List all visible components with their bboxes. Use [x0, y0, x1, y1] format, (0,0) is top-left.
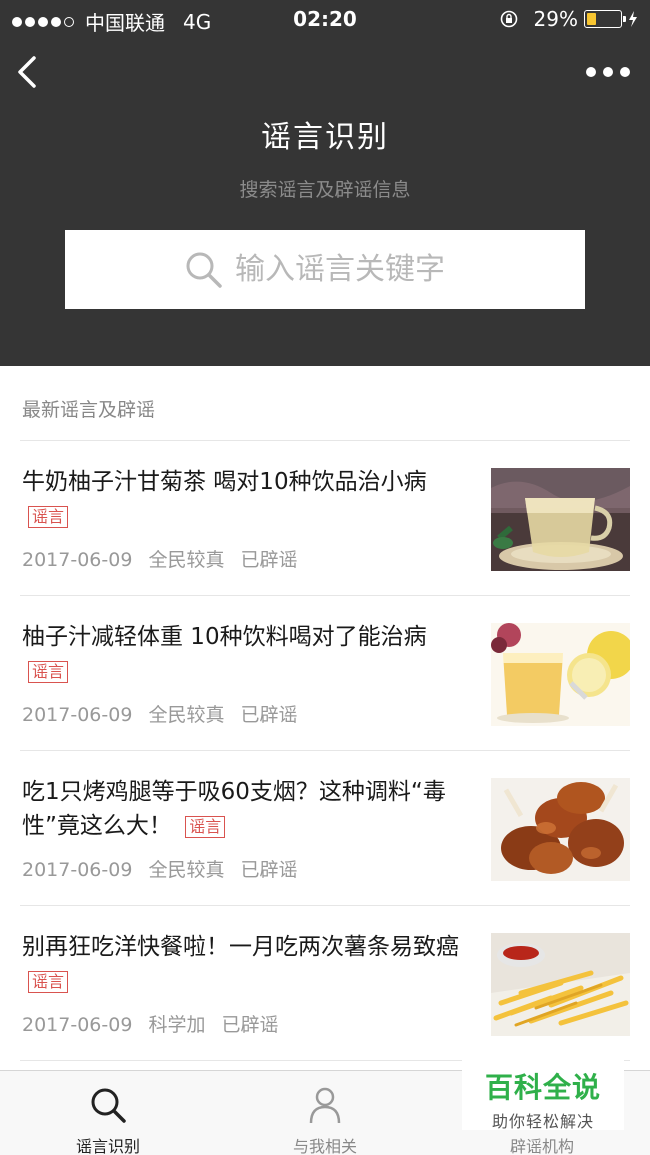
article-source: 科学加	[148, 1014, 206, 1036]
article-meta: 2017-06-09 全民较真 已辟谣	[22, 855, 308, 882]
tab-rumor-check[interactable]: 谣言识别	[0, 1071, 216, 1155]
search-icon	[91, 1088, 126, 1123]
article-meta: 2017-06-09 全民较真 已辟谣	[22, 545, 308, 572]
article-status: 已辟谣	[240, 549, 298, 571]
tab-related-to-me[interactable]: 与我相关	[217, 1071, 433, 1155]
article-title-text: 吃1只烤鸡腿等于吸60支烟？这种调料“毒性”竟这么大！	[22, 779, 446, 839]
rotation-lock-icon	[500, 10, 517, 28]
chevron-left-icon	[18, 56, 36, 88]
article-status: 已辟谣	[240, 859, 298, 881]
roast-chicken-photo	[491, 778, 630, 881]
article-status: 已辟谣	[240, 704, 298, 726]
list-item[interactable]: 别再狂吃洋快餐啦！一月吃两次薯条易致癌 谣言 2017-06-09 科学加 已辟…	[20, 906, 630, 1061]
article-status: 已辟谣	[221, 1014, 279, 1036]
section-title: 最新谣言及辟谣	[22, 399, 156, 421]
search-icon	[186, 252, 222, 288]
article-date: 2017-06-09	[22, 704, 133, 726]
article-meta: 2017-06-09 全民较真 已辟谣	[22, 700, 308, 727]
article-source: 全民较真	[148, 859, 225, 881]
list-item[interactable]: 牛奶柚子汁甘菊茶 喝对10种饮品治小病 谣言 2017-06-09 全民较真 已…	[20, 441, 630, 596]
french-fries-photo	[491, 933, 630, 1036]
watermark-logo: 百科全说 助你轻松解决	[462, 1060, 624, 1131]
rumor-tag: 谣言	[28, 660, 69, 683]
article-title: 别再狂吃洋快餐啦！一月吃两次薯条易致癌 谣言	[22, 930, 470, 998]
article-date: 2017-06-09	[22, 1014, 133, 1036]
list-item[interactable]: 柚子汁减轻体重 10种饮料喝对了能治病 谣言 2017-06-09 全民较真 已…	[20, 596, 630, 751]
watermark-brand: 百科全说	[484, 1071, 601, 1104]
article-source: 全民较真	[148, 549, 225, 571]
article-title-text: 牛奶柚子汁甘菊茶 喝对10种饮品治小病	[22, 469, 427, 495]
article-list: 牛奶柚子汁甘菊茶 喝对10种饮品治小病 谣言 2017-06-09 全民较真 已…	[0, 441, 650, 1061]
grapefruit-juice-photo	[491, 623, 630, 726]
page-title: 谣言识别	[261, 120, 389, 155]
article-title-text: 柚子汁减轻体重 10种饮料喝对了能治病	[22, 624, 427, 650]
rumor-tag: 谣言	[185, 815, 226, 838]
back-button[interactable]	[14, 54, 44, 90]
article-title-text: 别再狂吃洋快餐啦！一月吃两次薯条易致癌	[22, 934, 459, 960]
rumor-tag: 谣言	[28, 970, 69, 993]
battery-icon	[584, 10, 626, 28]
tab-label: 谣言识别	[75, 1137, 140, 1155]
article-title: 柚子汁减轻体重 10种饮料喝对了能治病 谣言	[22, 620, 470, 688]
person-icon	[309, 1087, 341, 1124]
tab-label: 辟谣机构	[509, 1137, 574, 1155]
header: 中国联通 4G 02:20 29% 谣言识别 搜索谣言及辟谣信息 输入谣言关键字	[0, 0, 650, 366]
article-date: 2017-06-09	[22, 859, 133, 881]
tab-label: 与我相关	[292, 1137, 357, 1155]
article-title: 吃1只烤鸡腿等于吸60支烟？这种调料“毒性”竟这么大！ 谣言	[22, 775, 470, 843]
tea-cup-photo	[491, 468, 630, 571]
status-bar: 中国联通 4G 02:20 29%	[0, 0, 650, 38]
search-input[interactable]	[235, 252, 465, 287]
more-dots-icon[interactable]	[586, 62, 630, 82]
article-meta: 2017-06-09 科学加 已辟谣	[22, 1010, 289, 1037]
article-source: 全民较真	[148, 704, 225, 726]
status-right: 29%	[500, 7, 638, 31]
article-date: 2017-06-09	[22, 549, 133, 571]
battery-percent: 29%	[533, 7, 578, 31]
search-box[interactable]	[65, 230, 585, 309]
rumor-tag: 谣言	[28, 505, 69, 528]
list-item[interactable]: 吃1只烤鸡腿等于吸60支烟？这种调料“毒性”竟这么大！ 谣言 2017-06-0…	[20, 751, 630, 906]
charging-bolt-icon	[629, 11, 637, 27]
watermark-slogan: 助你轻松解决	[491, 1112, 594, 1131]
article-title: 牛奶柚子汁甘菊茶 喝对10种饮品治小病 谣言	[22, 465, 470, 533]
page-subtitle: 搜索谣言及辟谣信息	[239, 179, 411, 201]
